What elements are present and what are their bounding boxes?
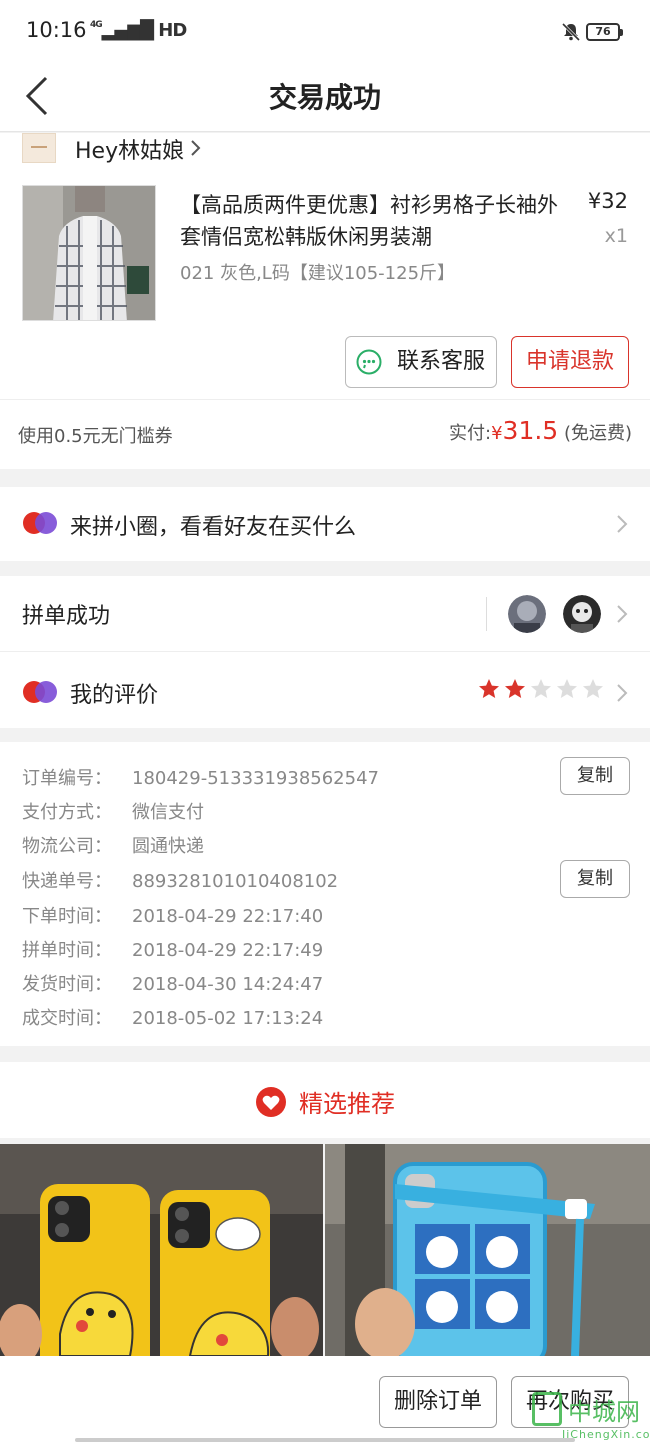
courier-row: 物流公司： 圆通快递 bbox=[22, 832, 204, 858]
status-bar: 10:16 4G▂▄▆█ HD 76 bbox=[0, 0, 650, 64]
contact-service-button[interactable]: 联系客服 bbox=[345, 336, 497, 388]
network-label: HD bbox=[158, 20, 187, 41]
recommend-product-card[interactable] bbox=[0, 1144, 323, 1356]
info-label: 下单时间： bbox=[22, 906, 112, 927]
paid-label: 实付: bbox=[449, 423, 492, 444]
product-quantity: x1 bbox=[604, 225, 628, 247]
mute-bell-icon bbox=[561, 22, 581, 42]
chevron-right-icon bbox=[617, 515, 628, 533]
complete-time: 2018-05-02 17:13:24 bbox=[132, 1008, 324, 1029]
star-empty-icon bbox=[557, 679, 577, 698]
complete-time-row: 成交时间： 2018-05-02 17:13:24 bbox=[22, 1004, 323, 1030]
pin-circle-row[interactable]: 来拼小圈，看看好友在买什么 bbox=[0, 487, 650, 561]
order-time-row: 下单时间： 2018-04-29 22:17:40 bbox=[22, 902, 323, 928]
delete-order-button[interactable]: 删除订单 bbox=[379, 1376, 497, 1428]
group-time-row: 拼单时间： 2018-04-29 22:17:49 bbox=[22, 936, 323, 962]
payment-row: 使用0.5元无门槛券 实付:¥31.5 (免运费) bbox=[0, 399, 650, 469]
group-success-label: 拼单成功 bbox=[22, 604, 111, 629]
recommend-product-card[interactable] bbox=[325, 1144, 650, 1356]
payment-method: 微信支付 bbox=[132, 802, 204, 823]
status-time: 10:16 bbox=[26, 18, 87, 42]
heart-icon bbox=[256, 1087, 286, 1117]
product-thumbnail[interactable] bbox=[22, 185, 156, 321]
home-indicator bbox=[75, 1438, 575, 1442]
tracking-number-row: 快递单号： 889328101010408102 bbox=[22, 867, 338, 893]
info-label: 拼单时间： bbox=[22, 940, 112, 961]
payment-method-row: 支付方式： 微信支付 bbox=[22, 798, 204, 824]
page-title: 交易成功 bbox=[268, 81, 381, 114]
order-info-section: 订单编号： 180429-513331938562547 复制 支付方式： 微信支付… bbox=[0, 742, 650, 1046]
battery-icon: 76 bbox=[586, 23, 623, 41]
paid-summary: 实付:¥31.5 (免运费) bbox=[449, 416, 632, 445]
copy-order-number-button[interactable]: 复制 bbox=[560, 757, 630, 795]
chevron-right-icon bbox=[617, 684, 628, 702]
group-success-row[interactable]: 拼单成功 bbox=[0, 576, 650, 652]
info-label: 成交时间： bbox=[22, 1008, 112, 1029]
network-gen: 4G bbox=[90, 20, 103, 30]
network-indicator: 4G▂▄▆█ HD bbox=[90, 20, 187, 41]
watermark-icon bbox=[532, 1392, 562, 1426]
recommend-title: 精选推荐 bbox=[0, 1084, 650, 1121]
star-filled-icon bbox=[479, 679, 499, 698]
group-review-section: 拼单成功 我的评价 bbox=[0, 576, 650, 728]
refund-button[interactable]: 申请退款 bbox=[511, 336, 629, 388]
review-icon bbox=[23, 681, 57, 703]
star-empty-icon bbox=[583, 679, 603, 698]
star-filled-icon bbox=[505, 679, 525, 698]
coupon-text: 使用0.5元无门槛券 bbox=[18, 426, 173, 447]
info-label: 支付方式： bbox=[22, 802, 112, 823]
info-label: 发货时间： bbox=[22, 974, 112, 995]
info-label: 订单编号： bbox=[22, 768, 112, 789]
product-spec: 021 灰色,L码【建议105-125斤】 bbox=[180, 263, 456, 284]
info-label: 快递单号： bbox=[22, 871, 112, 892]
tracking-number: 889328101010408102 bbox=[132, 871, 339, 892]
store-name[interactable]: Hey林姑娘 bbox=[75, 133, 184, 165]
store-logo bbox=[22, 133, 56, 163]
star-empty-icon bbox=[531, 679, 551, 698]
pin-circle-icon bbox=[23, 512, 57, 534]
order-product-section: Hey林姑娘 【高品质两件更优惠】衬衫男格子长袖外套情侣宽松韩版休闲男装潮 ¥3… bbox=[0, 133, 650, 469]
order-number: 180429-513331938562547 bbox=[132, 768, 379, 789]
ship-time-row: 发货时间： 2018-04-30 14:24:47 bbox=[22, 970, 323, 996]
shipping-note: (免运费) bbox=[563, 423, 632, 444]
group-time: 2018-04-29 22:17:49 bbox=[132, 940, 324, 961]
order-time: 2018-04-29 22:17:40 bbox=[132, 906, 324, 927]
watermark-logo: 中城网 JiChengXin.com bbox=[532, 1392, 650, 1444]
chevron-right-icon bbox=[617, 605, 628, 623]
nav-bar: 交易成功 bbox=[0, 64, 650, 132]
product-price: ¥32 bbox=[587, 189, 628, 213]
copy-tracking-number-button[interactable]: 复制 bbox=[560, 860, 630, 898]
product-image bbox=[325, 1144, 650, 1356]
my-review-label: 我的评价 bbox=[70, 683, 159, 708]
recommend-header: 精选推荐 bbox=[0, 1062, 650, 1138]
paid-amount: 31.5 bbox=[502, 416, 559, 445]
avatar bbox=[563, 595, 601, 633]
my-review-row[interactable]: 我的评价 bbox=[0, 653, 650, 728]
info-label: 物流公司： bbox=[22, 836, 112, 857]
ship-time: 2018-04-30 14:24:47 bbox=[132, 974, 324, 995]
avatar bbox=[508, 595, 546, 633]
order-number-row: 订单编号： 180429-513331938562547 bbox=[22, 764, 379, 790]
contact-service-label: 联系客服 bbox=[396, 349, 485, 374]
currency-symbol: ¥ bbox=[491, 423, 503, 444]
chat-icon bbox=[356, 349, 382, 375]
divider bbox=[486, 597, 487, 631]
watermark-sub: JiChengXin.com bbox=[562, 1428, 650, 1441]
courier-name: 圆通快递 bbox=[132, 836, 204, 857]
pin-circle-label: 来拼小圈，看看好友在买什么 bbox=[70, 515, 357, 540]
rating-stars bbox=[478, 678, 604, 700]
product-image bbox=[0, 1144, 323, 1356]
chevron-right-icon bbox=[191, 140, 201, 156]
product-title[interactable]: 【高品质两件更优惠】衬衫男格子长袖外套情侣宽松韩版休闲男装潮 bbox=[180, 189, 570, 253]
watermark-text: 中城网 bbox=[568, 1398, 640, 1426]
recommend-title-text: 精选推荐 bbox=[299, 1090, 395, 1118]
